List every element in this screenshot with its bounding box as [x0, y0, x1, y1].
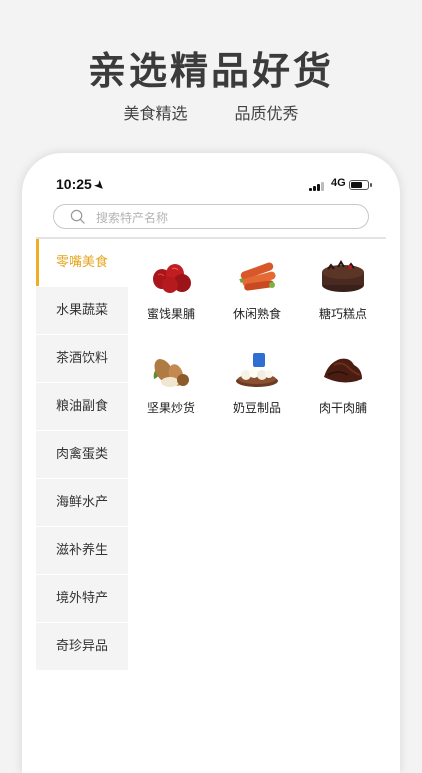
hero-subtitle-right: 品质优秀 — [234, 104, 299, 123]
status-time: 10:25➤ — [56, 176, 107, 194]
sidebar-item-snacks[interactable]: 零嘴美食 — [36, 239, 128, 287]
product-label: 蜜饯果脯 — [146, 307, 195, 321]
status-bar: 10:25➤ 4G — [22, 173, 400, 197]
product-label: 坚果炒货 — [146, 401, 195, 415]
location-arrow-icon: ➤ — [91, 178, 107, 194]
search-input[interactable]: 搜索特产名称 — [53, 204, 369, 229]
product-chocolate-pastry[interactable]: 糖巧糕点 — [300, 255, 386, 322]
product-nuts[interactable]: 坚果炒货 — [128, 349, 214, 416]
sidebar-item-meat-poultry-eggs[interactable]: 肉禽蛋类 — [36, 431, 128, 479]
product-deli[interactable]: 休闲熟食 — [214, 255, 300, 322]
category-sidebar: 零嘴美食 水果蔬菜 茶酒饮料 粮油副食 肉禽蛋类 海鲜水产 滋补养生 境外特产 … — [36, 239, 128, 671]
sidebar-item-grain-oil[interactable]: 粮油副食 — [36, 383, 128, 431]
sidebar-item-rare-goods[interactable]: 奇珍异品 — [36, 623, 128, 671]
almond-icon — [153, 359, 189, 387]
hero-subtitle-left: 美食精选 — [123, 104, 188, 123]
sidebar-item-health-tonic[interactable]: 滋补养生 — [36, 527, 128, 575]
hero-subtitle: 美食精选 品质优秀 — [0, 100, 422, 124]
search-placeholder: 搜索特产名称 — [96, 211, 169, 225]
sidebar-item-tea-wine-drinks[interactable]: 茶酒饮料 — [36, 335, 128, 383]
product-jerky[interactable]: 肉干肉脯 — [300, 349, 386, 416]
search-icon — [70, 209, 85, 224]
milk-candy-icon — [236, 353, 278, 387]
product-dairy-soy[interactable]: 奶豆制品 — [214, 349, 300, 416]
sidebar-item-seafood[interactable]: 海鲜水产 — [36, 479, 128, 527]
product-label: 糖巧糕点 — [318, 307, 367, 321]
product-candied-fruit[interactable]: 蜜饯果脯 — [128, 255, 214, 322]
signal-icon — [309, 181, 325, 191]
hero-title: 亲选精品好货 — [87, 49, 334, 93]
beef-jerky-icon — [324, 358, 362, 383]
phone-frame: 10:25➤ 4G 搜索特产名称 零嘴美食 水果蔬菜 茶酒饮料 粮油副食 肉禽蛋… — [22, 153, 400, 773]
chocolate-cake-icon — [322, 260, 364, 292]
product-label: 休闲熟食 — [232, 307, 281, 321]
product-label: 肉干肉脯 — [318, 401, 367, 415]
product-label: 奶豆制品 — [232, 401, 281, 415]
battery-icon — [349, 180, 372, 190]
sidebar-item-overseas[interactable]: 境外特产 — [36, 575, 128, 623]
sausage-icon — [239, 262, 276, 291]
network-label: 4G — [331, 177, 346, 189]
dried-dates-icon — [153, 264, 191, 293]
sidebar-item-fruits-vegetables[interactable]: 水果蔬菜 — [36, 287, 128, 335]
